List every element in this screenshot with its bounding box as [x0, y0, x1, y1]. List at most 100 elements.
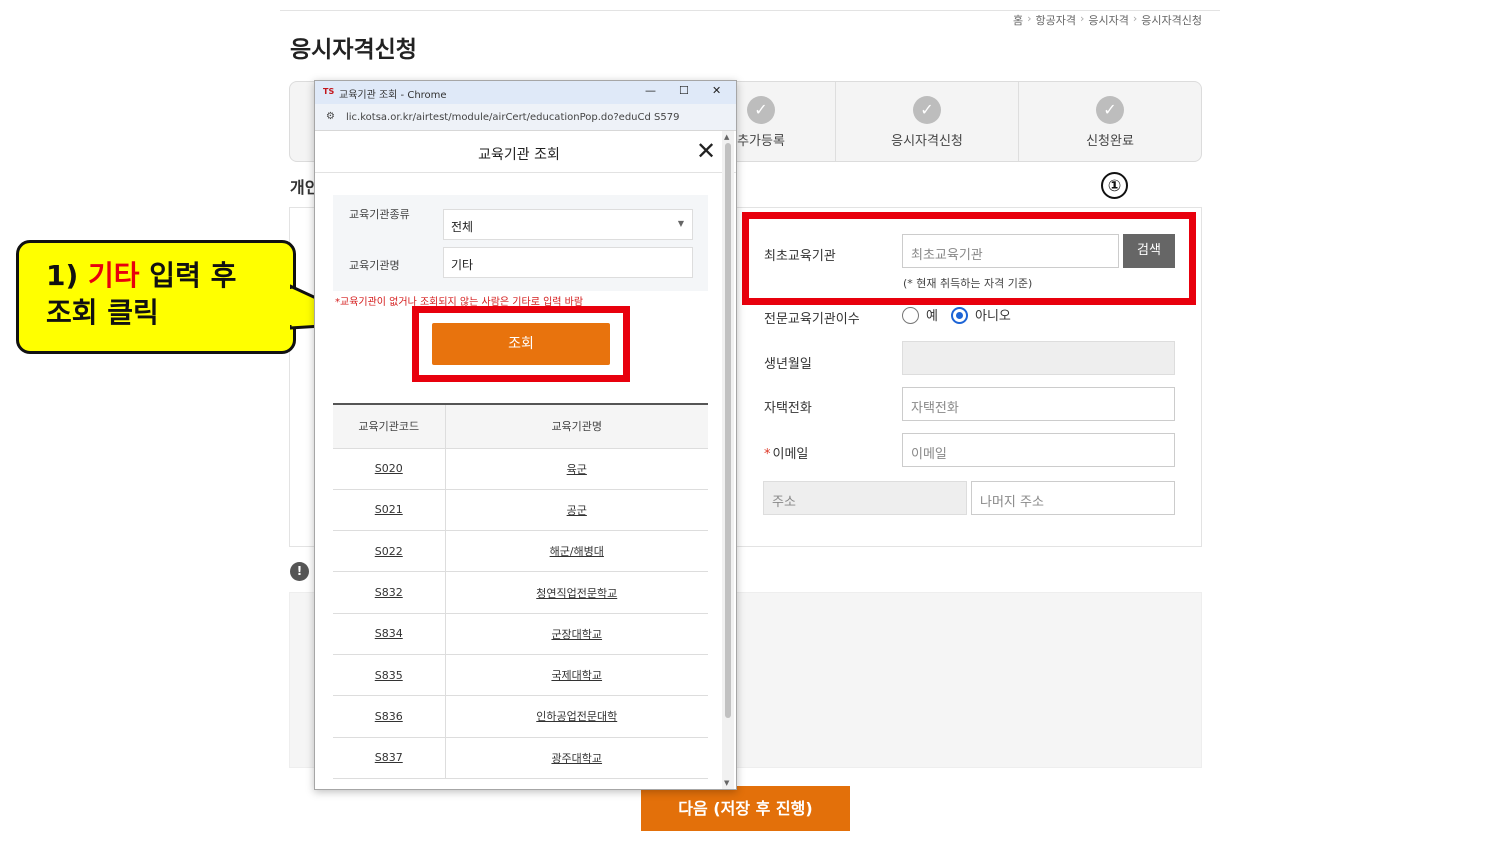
name-cell[interactable]: 국제대학교	[445, 654, 708, 697]
code-cell[interactable]: S834	[333, 613, 446, 655]
results-table: 교육기관코드 교육기관명 S020 육군 S021 공군 S022 해군/해병대 S8…	[333, 403, 708, 779]
name-label: 교육기관명	[349, 259, 400, 272]
minimize-icon[interactable]: —	[645, 84, 656, 97]
popup-scrollbar[interactable]: ▲ ▼	[722, 131, 734, 789]
code-link[interactable]: S832	[375, 586, 403, 599]
breadcrumb-separator: ›	[1027, 12, 1032, 25]
code-cell[interactable]: S022	[333, 530, 446, 573]
maximize-icon[interactable]: ☐	[679, 84, 689, 97]
name-link[interactable]: 해군/해병대	[550, 545, 604, 558]
breadcrumb-eligibility[interactable]: 응시자격	[1088, 12, 1128, 28]
code-link[interactable]: S837	[375, 751, 403, 764]
radio-yes[interactable]	[902, 307, 919, 324]
name-cell[interactable]: 군장대학교	[445, 613, 708, 655]
code-cell[interactable]: S836	[333, 695, 446, 738]
popup-header: 교육기관 조회 ✕	[315, 131, 736, 173]
name-cell[interactable]: 해군/해병대	[445, 530, 708, 573]
code-cell[interactable]: S832	[333, 571, 446, 614]
table-row[interactable]: S835 국제대학교	[333, 654, 708, 697]
address-bar[interactable]: ⚙ lic.kotsa.or.kr/airtest/module/airCert…	[315, 104, 736, 131]
code-cell[interactable]: S021	[333, 489, 446, 532]
birth-field	[902, 341, 1175, 375]
name-cell[interactable]: 공군	[445, 489, 708, 532]
table-row[interactable]: S832 청연직업전문학교	[333, 571, 708, 614]
scroll-thumb[interactable]	[725, 143, 731, 718]
callout-text: 1) 기타 입력 후 조회 클릭	[46, 257, 236, 331]
name-link[interactable]: 공군	[567, 504, 587, 517]
code-link[interactable]: S020	[375, 462, 403, 475]
name-cell[interactable]: 육군	[445, 448, 708, 490]
callout-line2: 조회 클릭	[46, 296, 159, 329]
check-circle-icon: ✓	[747, 96, 775, 124]
name-link[interactable]: 인하공업전문대학	[536, 710, 617, 723]
name-link[interactable]: 국제대학교	[551, 669, 602, 682]
name-link[interactable]: 청연직업전문학교	[536, 587, 617, 600]
code-link[interactable]: S022	[375, 545, 403, 558]
email-input[interactable]: 이메일	[902, 433, 1175, 467]
phone-input[interactable]: 자택전화	[902, 387, 1175, 421]
phone-label: 자택전화	[764, 401, 812, 416]
window-close-icon[interactable]: ✕	[712, 84, 721, 97]
specialized-label: 전문교육기관이수	[764, 312, 860, 327]
institution-name-input[interactable]: 기타	[443, 247, 693, 278]
site-info-icon[interactable]: ⚙	[326, 111, 335, 122]
email-label: * 이메일	[764, 443, 808, 462]
institution-lookup-popup: TS 교육기관 조회 - Chrome — ☐ ✕ ⚙ lic.kotsa.or…	[314, 80, 737, 790]
scroll-up-icon[interactable]: ▲	[724, 133, 729, 141]
code-cell[interactable]: S837	[333, 737, 446, 779]
required-mark: *	[764, 447, 771, 462]
radio-no-label[interactable]: 아니오	[975, 305, 1011, 324]
next-save-button[interactable]: 다음 (저장 후 진행)	[641, 786, 850, 831]
address-input[interactable]: 주소	[763, 481, 967, 515]
page-title: 응시자격신청	[290, 37, 417, 63]
name-link[interactable]: 군장대학교	[551, 628, 602, 641]
email-label-text: 이메일	[772, 447, 809, 462]
institution-type-select[interactable]: 전체 ▼	[443, 209, 693, 240]
selected-type: 전체	[451, 220, 474, 234]
popup-title: 교육기관 조회	[478, 147, 560, 163]
code-cell[interactable]: S835	[333, 654, 446, 697]
radio-no[interactable]	[951, 307, 968, 324]
table-row[interactable]: S836 인하공업전문대학	[333, 695, 708, 738]
table-row[interactable]: S837 광주대학교	[333, 737, 708, 779]
column-header-name: 교육기관명	[445, 404, 708, 449]
type-label: 교육기관종류	[349, 208, 410, 221]
highlight-box-query	[412, 306, 630, 382]
code-cell[interactable]: S020	[333, 448, 446, 490]
close-icon[interactable]: ✕	[696, 137, 716, 165]
window-title: 교육기관 조회 - Chrome	[339, 90, 447, 101]
breadcrumb-separator: ›	[1132, 12, 1138, 25]
code-link[interactable]: S835	[375, 669, 403, 682]
table-row[interactable]: S022 해군/해병대	[333, 530, 708, 573]
address-detail-input[interactable]: 나머지 주소	[971, 481, 1175, 515]
table-row[interactable]: S834 군장대학교	[333, 613, 708, 655]
birth-label: 생년월일	[764, 357, 812, 372]
scroll-down-icon[interactable]: ▼	[724, 779, 729, 787]
callout-step-number: 1)	[46, 259, 89, 292]
name-link[interactable]: 육군	[567, 463, 587, 476]
callout-highlight-word: 기타	[88, 259, 140, 292]
code-link[interactable]: S836	[375, 710, 403, 723]
name-cell[interactable]: 청연직업전문학교	[445, 571, 708, 614]
name-cell[interactable]: 광주대학교	[445, 737, 708, 779]
code-link[interactable]: S021	[375, 503, 403, 516]
step-complete: ✓ 신청완료	[1019, 82, 1201, 161]
breadcrumb-aviation[interactable]: 항공자격	[1035, 12, 1075, 28]
info-icon: !	[290, 562, 309, 581]
table-row[interactable]: S021 공군	[333, 489, 708, 532]
check-circle-icon: ✓	[913, 96, 941, 124]
ts-logo-icon: TS	[323, 87, 335, 96]
breadcrumb-home[interactable]: 홈	[1013, 12, 1023, 28]
table-row[interactable]: S020 육군	[333, 448, 708, 490]
breadcrumb-separator: ›	[1079, 12, 1085, 25]
name-link[interactable]: 광주대학교	[551, 752, 602, 765]
url-text[interactable]: lic.kotsa.or.kr/airtest/module/airCert/e…	[346, 112, 679, 123]
step-label: 응시자격신청	[891, 134, 963, 149]
name-cell[interactable]: 인하공업전문대학	[445, 695, 708, 738]
breadcrumb-current: 응시자격신청	[1141, 14, 1202, 27]
table-header-row: 교육기관코드 교육기관명	[333, 404, 708, 449]
radio-yes-label[interactable]: 예	[926, 305, 938, 324]
code-link[interactable]: S834	[375, 627, 403, 640]
step-eligibility-application: ✓ 응시자격신청	[836, 82, 1018, 161]
top-divider	[280, 10, 1220, 11]
